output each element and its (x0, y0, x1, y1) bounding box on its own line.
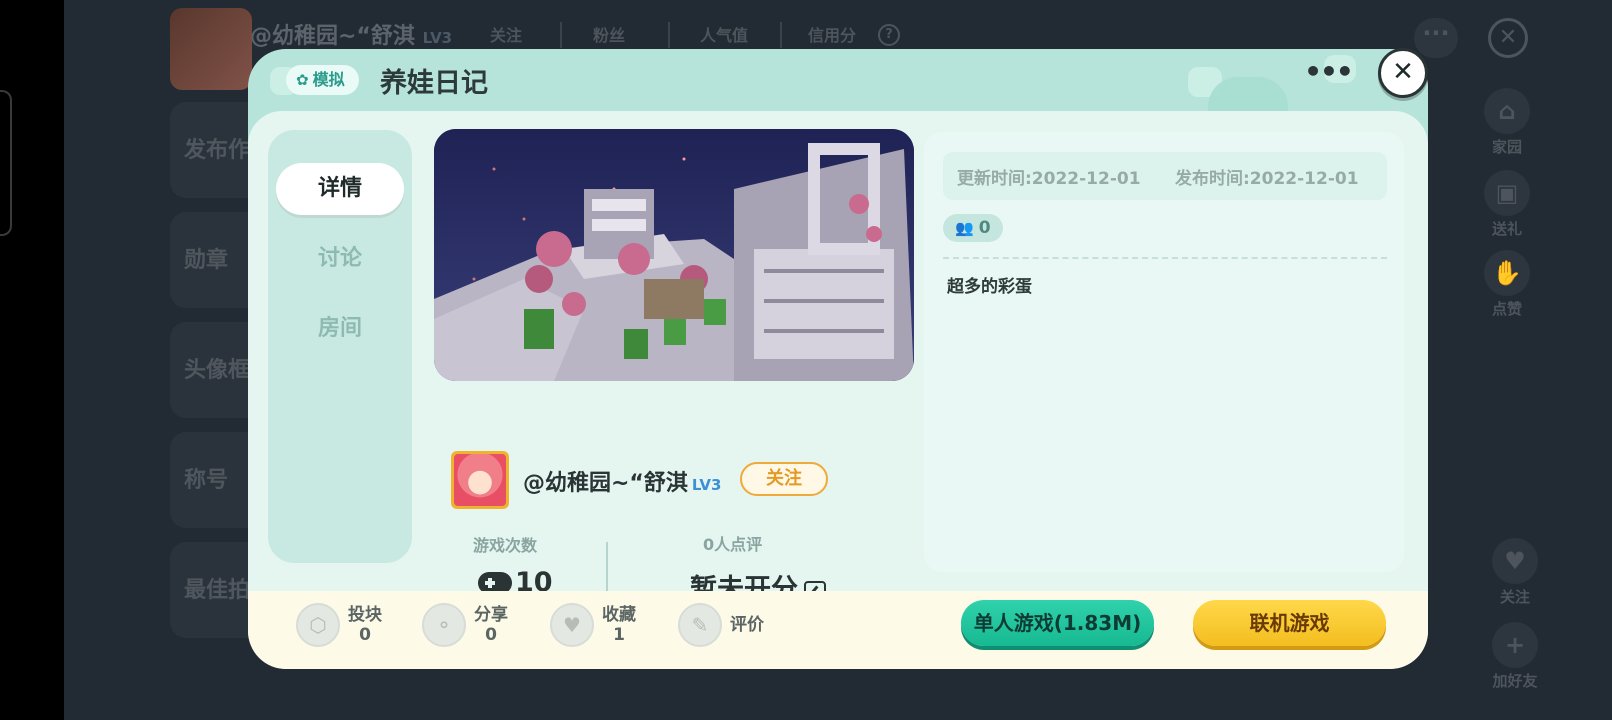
author-level-badge: LV3 (691, 476, 722, 494)
background-user-level: LV3 (422, 29, 453, 47)
background-stat-follow: 关注 (490, 26, 523, 45)
add-friend-icon: + (1492, 622, 1538, 668)
share-count: 0 (485, 625, 497, 645)
avatar-image (454, 454, 506, 506)
background-home-label: 家园 (1491, 138, 1522, 156)
favorite-label: 收藏 (602, 605, 636, 625)
category-badge: ✿ 模拟 (286, 65, 359, 95)
drop-block-text: 投块 0 (348, 605, 382, 645)
drop-block-label: 投块 (348, 605, 382, 625)
close-dialog-button[interactable]: ✕ (1378, 48, 1428, 98)
game-preview-art (434, 129, 914, 381)
single-player-button[interactable]: 单人游戏(1.83M) (961, 600, 1154, 646)
published-date: 发布时间:2022-12-01 (1175, 169, 1359, 189)
game-title: 养娃日记 (380, 68, 488, 99)
plays-label: 游戏次数 (473, 536, 538, 555)
background-stat-fans: 粉丝 (593, 26, 626, 45)
dates-row: 更新时间:2022-12-01 发布时间:2022-12-01 (943, 152, 1387, 200)
online-players-count: 0 (978, 218, 991, 238)
follow-author-button[interactable]: 关注 (740, 462, 828, 496)
review-button[interactable]: ✎ 评价 (678, 601, 764, 649)
review-text: 评价 (730, 615, 764, 635)
background-stat-credit: 信用分 (808, 26, 857, 45)
online-players-badge: 👥 0 (943, 214, 1003, 242)
divider (560, 22, 562, 48)
background-stat-popularity: 人气值 (700, 26, 749, 45)
dialog-header: ✿ 模拟 养娃日记 ••• (248, 49, 1428, 111)
background-gift-label: 送礼 (1491, 220, 1522, 238)
share-button[interactable]: ⚬ 分享 0 (422, 601, 508, 649)
background-like-button: ✋ 点赞 (1472, 250, 1542, 319)
favorite-text: 收藏 1 (602, 605, 636, 645)
background-like-label: 点赞 (1491, 300, 1522, 318)
thumb-up-icon: ✋ (1484, 250, 1530, 296)
tab-details[interactable]: 详情 (276, 163, 404, 215)
background-add-friend-button: + 加好友 (1480, 622, 1550, 691)
tab-discussion[interactable]: 讨论 (276, 233, 404, 285)
category-label: 模拟 (312, 70, 345, 89)
people-icon: 👥 (955, 219, 974, 237)
home-icon: ⌂ (1484, 88, 1530, 134)
author-name[interactable]: @幼稚园~“舒淇 LV3 (523, 465, 721, 497)
category-icon: ✿ (296, 71, 309, 89)
game-detail-dialog: ✿ 模拟 养娃日记 ••• 详情 讨论 房间 @幼稚园~“舒淇 LV3 关注 游… (248, 49, 1428, 669)
background-avatar (170, 8, 252, 90)
gift-icon: ▣ (1484, 170, 1530, 216)
divider (780, 22, 782, 48)
device-notch (0, 90, 12, 236)
background-follow-button: ♥ 关注 (1480, 538, 1550, 607)
divider (668, 22, 670, 48)
details-card: 更新时间:2022-12-01 发布时间:2022-12-01 👥 0 超多的彩蛋 (924, 132, 1404, 572)
help-icon: ? (878, 24, 900, 46)
background-home-button: ⌂ 家园 (1472, 88, 1542, 157)
review-label: 评价 (730, 615, 764, 635)
heart-icon: ♥ (550, 603, 594, 647)
more-options-button[interactable]: ••• (1298, 58, 1358, 95)
screen: @幼稚园~“舒淇 LV3 关注 粉丝 人气值 信用分 ? ··· ✕ 发布作 勋… (0, 0, 1612, 720)
action-bar: ⬡ 投块 0 ⚬ 分享 0 ♥ 收藏 1 ✎ 评价 单人游戏(1.83M) 联机… (248, 591, 1428, 669)
background-close-icon: ✕ (1488, 18, 1528, 58)
drop-block-count: 0 (359, 625, 371, 645)
divider (606, 542, 608, 598)
author-avatar[interactable] (451, 451, 509, 509)
dialog-body: 详情 讨论 房间 @幼稚园~“舒淇 LV3 关注 游戏次数 10 0人点评 暂未… (248, 111, 1428, 605)
divider (943, 257, 1387, 259)
background-add-friend-label: 加好友 (1492, 672, 1538, 690)
block-icon: ⬡ (296, 603, 340, 647)
background-follow-label: 关注 (1499, 588, 1530, 606)
multiplayer-button[interactable]: 联机游戏 (1193, 600, 1386, 646)
share-label: 分享 (474, 605, 508, 625)
background-user-name: @幼稚园~“舒淇 LV3 (250, 18, 452, 50)
background-gift-button: ▣ 送礼 (1472, 170, 1542, 239)
share-icon: ⚬ (422, 603, 466, 647)
reviews-count-label: 0人点评 (703, 535, 763, 554)
tab-rooms[interactable]: 房间 (276, 303, 404, 355)
tab-bar: 详情 讨论 房间 (268, 130, 412, 563)
background-user-name-text: @幼稚园~“舒淇 (250, 24, 415, 49)
updated-date: 更新时间:2022-12-01 (957, 169, 1141, 189)
favorite-count: 1 (613, 625, 625, 645)
game-description: 超多的彩蛋 (947, 277, 1032, 297)
share-text: 分享 0 (474, 605, 508, 645)
drop-block-button[interactable]: ⬡ 投块 0 (296, 601, 382, 649)
author-name-text: @幼稚园~“舒淇 (523, 471, 688, 496)
game-preview-image[interactable] (434, 129, 914, 381)
review-icon: ✎ (678, 603, 722, 647)
heart-plus-icon: ♥ (1492, 538, 1538, 584)
favorite-button[interactable]: ♥ 收藏 1 (550, 601, 636, 649)
